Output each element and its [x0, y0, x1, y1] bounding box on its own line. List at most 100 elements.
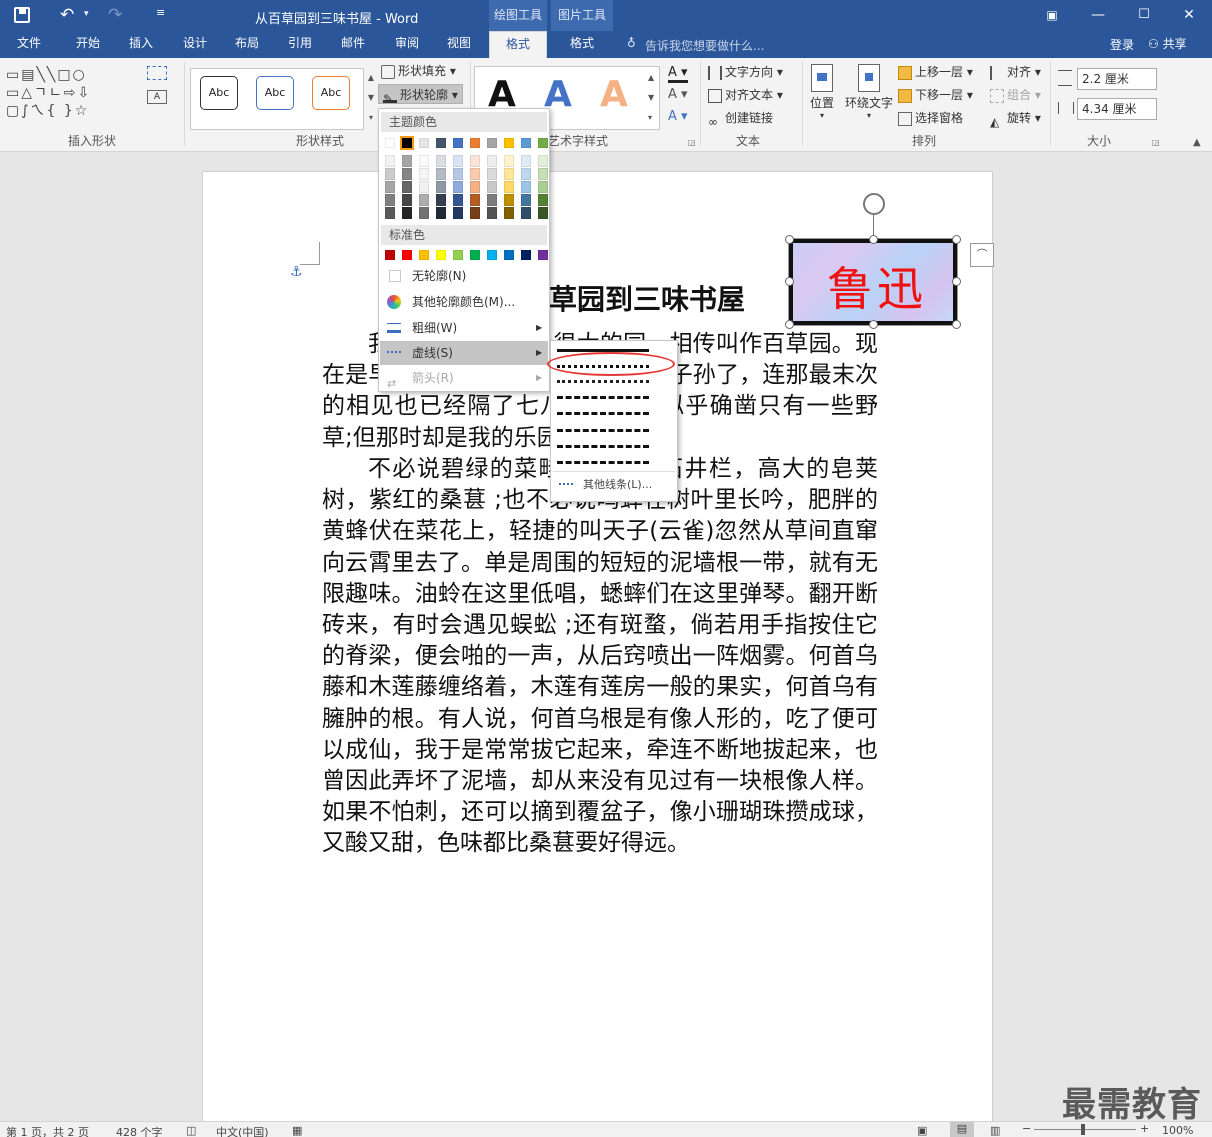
- align-button[interactable]: 对齐 ▾: [990, 62, 1041, 82]
- theme-shade-swatch[interactable]: [419, 168, 429, 180]
- shape-style-blue[interactable]: Abc: [256, 76, 294, 110]
- page-count[interactable]: 第 1 页，共 2 页: [6, 1124, 89, 1137]
- read-mode-icon[interactable]: ▣: [917, 1124, 927, 1137]
- theme-shade-swatch[interactable]: [453, 181, 463, 193]
- resize-handle[interactable]: [952, 320, 961, 329]
- macro-icon[interactable]: ▦: [292, 1124, 302, 1137]
- theme-shade-swatch[interactable]: [453, 168, 463, 180]
- draw-textbox-icon[interactable]: A: [147, 90, 167, 104]
- print-layout-icon[interactable]: ▤: [950, 1122, 974, 1137]
- theme-shade-swatch[interactable]: [436, 207, 446, 219]
- align-text-button[interactable]: 对齐文本 ▾: [708, 85, 783, 105]
- customize-qat-icon[interactable]: ≡: [156, 6, 165, 19]
- resize-handle[interactable]: [785, 320, 794, 329]
- theme-shade-swatch[interactable]: [521, 168, 531, 180]
- dash-dash[interactable]: [557, 396, 649, 399]
- layout-options-icon[interactable]: ⌒: [970, 243, 994, 267]
- theme-shade-swatch[interactable]: [453, 194, 463, 206]
- bring-forward-button[interactable]: 上移一层 ▾: [898, 62, 973, 82]
- standard-color-swatch[interactable]: [385, 250, 395, 260]
- theme-shade-swatch[interactable]: [487, 168, 497, 180]
- no-outline-item[interactable]: 无轮廓(N): [380, 264, 548, 288]
- theme-color-swatch[interactable]: [521, 138, 531, 148]
- theme-shade-swatch[interactable]: [385, 168, 395, 180]
- dash-square-dot[interactable]: [557, 380, 649, 383]
- standard-color-swatch[interactable]: [487, 250, 497, 260]
- redo-icon[interactable]: ↷: [108, 5, 122, 25]
- text-fill-icon[interactable]: A ▾: [668, 66, 688, 83]
- theme-shade-swatch[interactable]: [402, 207, 412, 219]
- theme-shade-swatch[interactable]: [470, 207, 480, 219]
- undo-icon[interactable]: ↶: [60, 5, 74, 25]
- theme-shade-swatch[interactable]: [487, 181, 497, 193]
- tab-format-drawing[interactable]: 格式: [489, 31, 547, 58]
- edit-shape-icon[interactable]: [147, 66, 167, 80]
- web-layout-icon[interactable]: ▥: [990, 1124, 1000, 1137]
- tab-format-picture[interactable]: 格式: [551, 31, 613, 58]
- save-icon[interactable]: [14, 7, 30, 23]
- height-input[interactable]: 2.2 厘米: [1077, 68, 1157, 90]
- tab-home[interactable]: 开始: [62, 31, 114, 58]
- theme-shade-swatch[interactable]: [470, 194, 480, 206]
- chevron-down-icon[interactable]: ▾: [84, 9, 89, 19]
- text-outline-icon[interactable]: A ▾: [668, 88, 688, 102]
- zoom-out-icon[interactable]: −: [1022, 1122, 1031, 1135]
- collapse-ribbon-icon[interactable]: ▲: [1193, 137, 1201, 148]
- theme-shade-swatch[interactable]: [470, 155, 480, 167]
- tab-references[interactable]: 引用: [276, 31, 324, 58]
- theme-shade-swatch[interactable]: [504, 181, 514, 193]
- shape-fill-button[interactable]: 形状填充 ▾: [381, 61, 456, 81]
- wordart-orange[interactable]: A: [600, 74, 628, 115]
- standard-color-swatch[interactable]: [453, 250, 463, 260]
- position-button[interactable]: 位置 ▾: [806, 64, 838, 120]
- size-dialog-launcher-icon[interactable]: ◲: [1152, 138, 1160, 147]
- resize-handle[interactable]: [785, 235, 794, 244]
- word-count[interactable]: 428 个字: [116, 1124, 163, 1137]
- theme-shade-swatch[interactable]: [453, 155, 463, 167]
- tell-me-input[interactable]: 告诉我您想要做什么...: [645, 37, 764, 54]
- theme-shade-swatch[interactable]: [419, 155, 429, 167]
- theme-color-swatch[interactable]: [436, 138, 446, 148]
- theme-shade-swatch[interactable]: [419, 207, 429, 219]
- standard-color-swatch[interactable]: [402, 250, 412, 260]
- standard-color-swatch[interactable]: [470, 250, 480, 260]
- theme-color-swatch[interactable]: [470, 138, 480, 148]
- theme-shade-swatch[interactable]: [504, 194, 514, 206]
- theme-shade-swatch[interactable]: [487, 155, 497, 167]
- selection-pane-button[interactable]: 选择窗格: [898, 108, 963, 128]
- more-lines-item[interactable]: 其他线条(L)...: [553, 475, 675, 495]
- theme-color-swatch[interactable]: [400, 136, 414, 150]
- theme-shade-swatch[interactable]: [470, 181, 480, 193]
- theme-shade-swatch[interactable]: [538, 207, 548, 219]
- theme-shade-swatch[interactable]: [504, 207, 514, 219]
- theme-color-swatch[interactable]: [504, 138, 514, 148]
- minimize-icon[interactable]: —: [1075, 0, 1121, 31]
- theme-shade-swatch[interactable]: [436, 181, 446, 193]
- shape-gallery[interactable]: ▭▤╲╲□○ ▭△ㄱㄴ⇨⇩ ▢∫ㄟ{ }☆: [6, 66, 130, 124]
- theme-shade-swatch[interactable]: [487, 194, 497, 206]
- shape-style-black[interactable]: Abc: [200, 76, 238, 110]
- theme-shade-swatch[interactable]: [385, 194, 395, 206]
- theme-shade-swatch[interactable]: [402, 155, 412, 167]
- dash-long-dash-dot-dot[interactable]: [557, 461, 649, 464]
- dash-long-dash[interactable]: [557, 429, 649, 432]
- theme-shade-swatch[interactable]: [402, 168, 412, 180]
- theme-shade-swatch[interactable]: [385, 181, 395, 193]
- theme-shade-swatch[interactable]: [538, 155, 548, 167]
- more-outline-colors-item[interactable]: 其他轮廓颜色(M)...: [380, 290, 548, 314]
- theme-shade-swatch[interactable]: [538, 194, 548, 206]
- share-button[interactable]: ⚇ 共享: [1148, 34, 1200, 54]
- rotate-handle-icon[interactable]: [863, 193, 885, 215]
- resize-handle[interactable]: [952, 235, 961, 244]
- theme-shade-swatch[interactable]: [504, 168, 514, 180]
- dash-long-dash-dot[interactable]: [557, 445, 649, 448]
- shape-style-orange[interactable]: Abc: [312, 76, 350, 110]
- theme-color-swatch[interactable]: [385, 138, 395, 148]
- arrows-item[interactable]: ⇄ 箭头(R) ▶: [380, 366, 548, 390]
- theme-shade-swatch[interactable]: [402, 194, 412, 206]
- theme-shade-swatch[interactable]: [385, 155, 395, 167]
- theme-shade-swatch[interactable]: [521, 181, 531, 193]
- text-direction-button[interactable]: 文字方向 ▾: [708, 62, 783, 82]
- theme-shade-swatch[interactable]: [453, 207, 463, 219]
- tab-review[interactable]: 审阅: [382, 31, 432, 58]
